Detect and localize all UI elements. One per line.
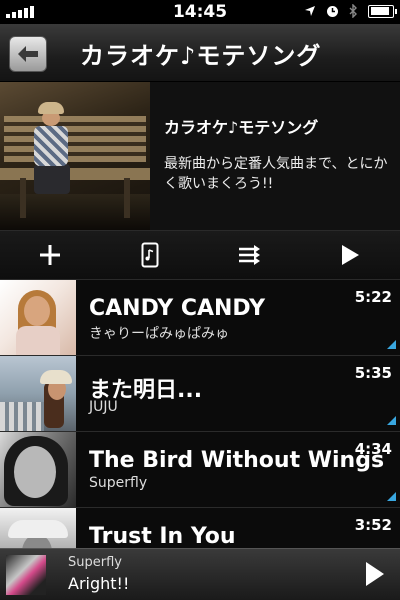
track-row[interactable]: The Bird Without Wings Superfly 4:34 — [0, 432, 400, 508]
navigation-bar: カラオケ♪モテソング — [0, 24, 400, 82]
playlist-header: カラオケ♪モテソング 最新曲から定番人気曲まで、とにかく歌いまくろう!! — [0, 82, 400, 230]
track-title: The Bird Without Wings — [89, 448, 385, 473]
track-row[interactable]: また明日... JUJU 5:35 — [0, 356, 400, 432]
track-artwork — [0, 280, 76, 355]
location-icon — [304, 5, 316, 17]
track-artwork — [0, 508, 76, 548]
back-arrow-icon — [18, 46, 38, 62]
track-duration: 3:52 — [354, 516, 392, 534]
track-artist: JUJU — [89, 399, 118, 415]
playlist-toolbar — [0, 230, 400, 280]
track-duration: 5:35 — [354, 364, 392, 382]
play-icon — [366, 562, 384, 586]
play-icon — [342, 245, 359, 265]
add-icon — [40, 245, 60, 265]
corner-indicator-icon — [387, 416, 396, 425]
alarm-icon — [326, 5, 339, 18]
now-playing-artist: Superfly — [68, 555, 122, 570]
corner-indicator-icon — [387, 340, 396, 349]
track-duration: 5:22 — [354, 288, 392, 306]
add-button[interactable] — [0, 231, 100, 279]
track-row[interactable]: Trust In You 3:52 — [0, 508, 400, 548]
battery-icon — [368, 4, 397, 18]
bluetooth-icon — [349, 4, 358, 18]
track-artwork — [0, 356, 76, 431]
track-artist: Superfly — [89, 475, 148, 491]
download-to-device-button[interactable] — [100, 231, 200, 279]
playlist-description: 最新曲から定番人気曲まで、とにかく歌いまくろう!! — [164, 156, 388, 192]
track-title: Trust In You — [89, 524, 236, 548]
now-playing-play-button[interactable] — [364, 561, 386, 591]
corner-indicator-icon — [387, 492, 396, 501]
track-title: CANDY CANDY — [89, 296, 266, 321]
shuffle-icon — [239, 245, 260, 265]
track-list[interactable]: CANDY CANDY きゃりーぱみゅぱみゅ 5:22 また明日... JUJU… — [0, 280, 400, 548]
now-playing-artwork — [6, 555, 46, 595]
playlist-title: カラオケ♪モテソング — [164, 118, 319, 137]
track-artist: きゃりーぱみゅぱみゅ — [89, 326, 229, 342]
page-title: カラオケ♪モテソング — [80, 42, 322, 70]
now-playing-bar[interactable]: Superfly Aright!! — [0, 548, 400, 600]
status-bar: 14:45 — [0, 0, 400, 24]
now-playing-title: Aright!! — [68, 574, 130, 593]
play-all-button[interactable] — [300, 231, 400, 279]
shuffle-button[interactable] — [200, 231, 300, 279]
playlist-artwork — [0, 82, 150, 230]
track-row[interactable]: CANDY CANDY きゃりーぱみゅぱみゅ 5:22 — [0, 280, 400, 356]
phone-download-icon — [141, 242, 159, 268]
back-button[interactable] — [9, 36, 47, 72]
track-duration: 4:34 — [354, 440, 392, 458]
track-artwork — [0, 432, 76, 507]
